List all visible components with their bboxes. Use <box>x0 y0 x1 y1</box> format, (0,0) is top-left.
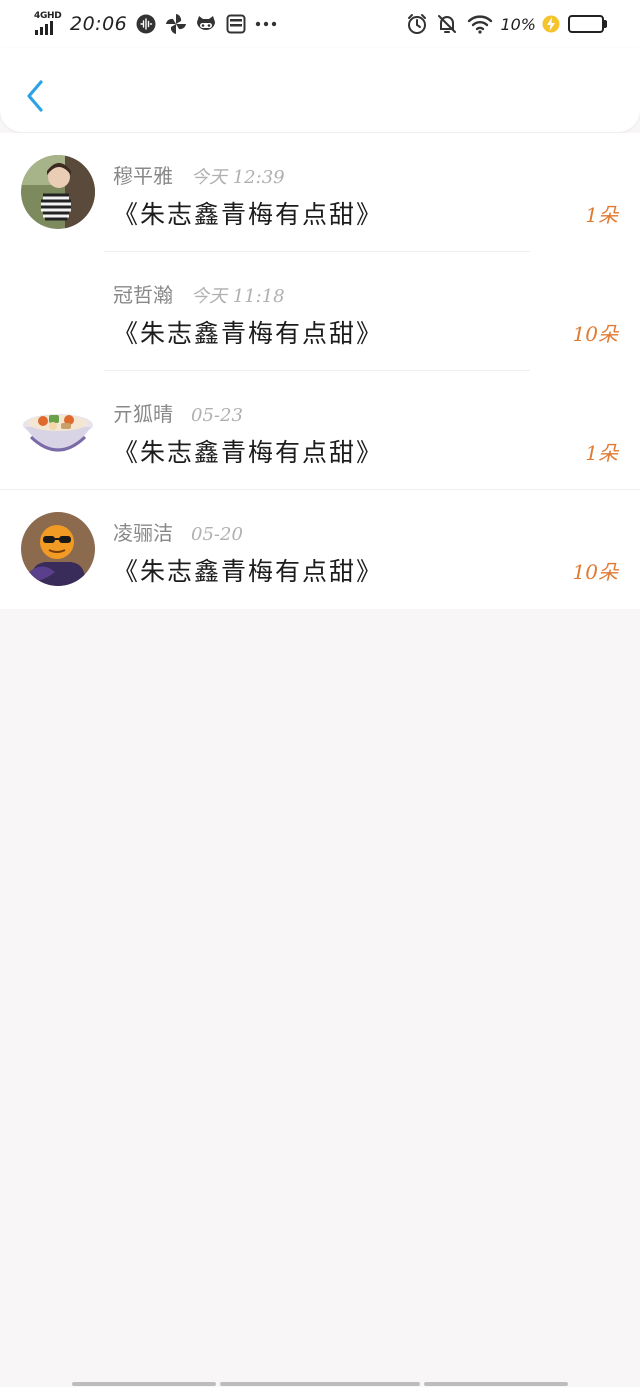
gift-amount: 1朵 <box>585 441 618 465</box>
alarm-icon <box>406 13 428 35</box>
gift-meta: 冠哲瀚 今天 11:18 <box>113 279 285 308</box>
audio-wave-icon <box>135 13 157 35</box>
list-item[interactable]: 穆平雅 今天 12:39 《朱志鑫青梅有点甜》 1朵 <box>0 133 640 252</box>
battery-icon <box>568 15 607 33</box>
gift-meta: 亓狐晴 05-23 <box>113 398 243 427</box>
book-title: 《朱志鑫青梅有点甜》 <box>113 319 384 348</box>
wifi-icon <box>466 13 494 35</box>
avatar[interactable] <box>21 512 95 586</box>
gift-amount: 1朵 <box>585 203 618 227</box>
gift-amount: 10朵 <box>572 322 618 346</box>
cat-face-icon <box>195 13 217 35</box>
gift-amount: 10朵 <box>572 560 618 584</box>
charging-bolt-icon <box>540 13 562 35</box>
book-title: 《朱志鑫青梅有点甜》 <box>113 557 384 586</box>
gift-time: 05-20 <box>191 524 243 545</box>
gift-time: 今天 12:39 <box>191 167 285 188</box>
pinwheel-icon <box>165 13 187 35</box>
home-indicator <box>72 1382 568 1386</box>
status-time: 20:06 <box>70 13 128 35</box>
book-title: 《朱志鑫青梅有点甜》 <box>113 200 384 229</box>
status-bar: 4GHD 20:06 10% <box>0 0 640 48</box>
user-name: 凌骊洁 <box>113 521 173 545</box>
status-right: 10% <box>398 10 607 38</box>
cellular-signal-icon: 4GHD <box>34 11 62 37</box>
user-name: 穆平雅 <box>113 164 173 188</box>
chevron-left-icon <box>27 80 43 112</box>
avatar[interactable] <box>21 393 95 467</box>
network-type: 4GHD <box>34 11 62 21</box>
gift-list: 穆平雅 今天 12:39 《朱志鑫青梅有点甜》 1朵 冠哲瀚 今天 11:18 … <box>0 133 640 609</box>
gift-meta: 穆平雅 今天 12:39 <box>113 160 285 189</box>
status-left: 4GHD 20:06 <box>34 10 277 38</box>
battery-percent: 10% <box>500 14 536 34</box>
user-name: 冠哲瀚 <box>113 283 173 307</box>
storage-card-icon <box>225 13 247 35</box>
header <box>0 48 640 132</box>
gift-time: 05-23 <box>191 405 243 426</box>
avatar[interactable] <box>21 155 95 229</box>
more-dots-icon <box>255 13 277 35</box>
list-item[interactable]: 亓狐晴 05-23 《朱志鑫青梅有点甜》 1朵 <box>0 371 640 490</box>
gift-meta: 凌骊洁 05-20 <box>113 517 243 546</box>
gift-time: 今天 11:18 <box>191 286 285 307</box>
bell-muted-icon <box>436 13 458 35</box>
back-button[interactable] <box>18 78 52 114</box>
list-item[interactable]: 冠哲瀚 今天 11:18 《朱志鑫青梅有点甜》 10朵 <box>0 252 640 371</box>
book-title: 《朱志鑫青梅有点甜》 <box>113 438 384 467</box>
list-item[interactable]: 凌骊洁 05-20 《朱志鑫青梅有点甜》 10朵 <box>0 490 640 609</box>
user-name: 亓狐晴 <box>113 402 173 426</box>
